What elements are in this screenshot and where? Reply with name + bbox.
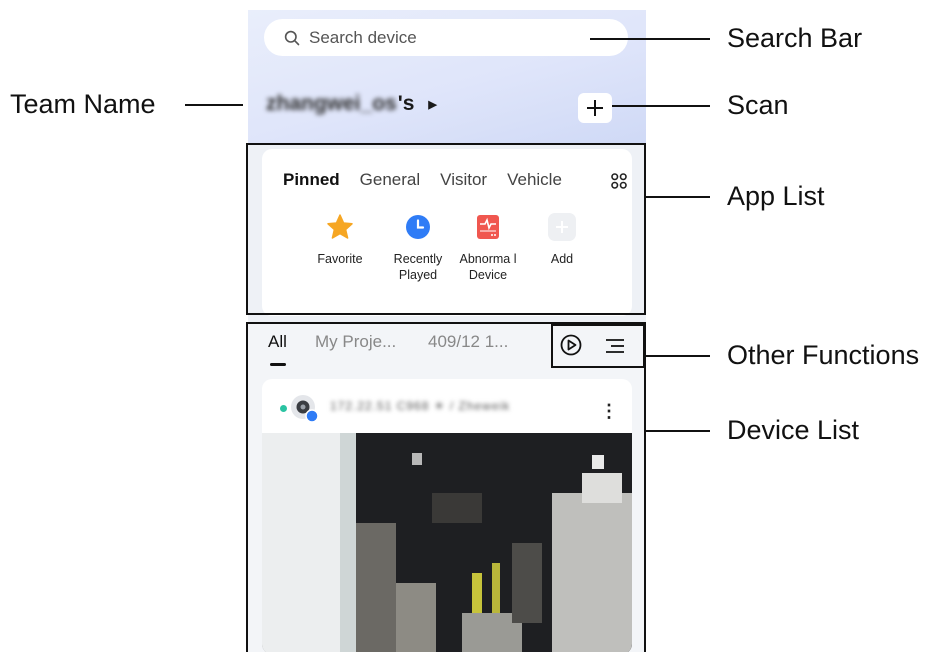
team-name-annotation: Team Name bbox=[10, 89, 156, 119]
other-functions-annotation: Other Functions bbox=[727, 340, 920, 370]
team-switch-arrow-icon: ▶ bbox=[428, 98, 437, 111]
search-bar-annotation: Search Bar bbox=[727, 23, 863, 53]
device-list-pointer bbox=[646, 430, 710, 432]
app-list-annotation: App List bbox=[727, 181, 825, 211]
team-name-suffix: 's bbox=[397, 92, 415, 115]
app-list-highlight bbox=[246, 143, 646, 315]
scan-button[interactable] bbox=[578, 93, 612, 123]
other-functions-pointer bbox=[645, 355, 710, 357]
search-bar[interactable]: Search device bbox=[264, 19, 628, 56]
scan-pointer bbox=[612, 105, 710, 107]
team-name-pointer bbox=[185, 104, 243, 106]
device-list-annotation: Device List bbox=[727, 415, 860, 445]
app-list-pointer bbox=[646, 196, 710, 198]
other-functions-highlight bbox=[551, 324, 645, 368]
scan-annotation: Scan bbox=[727, 90, 789, 120]
plus-icon bbox=[587, 100, 603, 116]
search-icon bbox=[284, 30, 300, 45]
team-name[interactable]: zhangwei_os 's ▶ bbox=[266, 92, 437, 116]
team-name-text: zhangwei_os bbox=[266, 92, 397, 115]
search-bar-pointer bbox=[590, 38, 710, 40]
device-list-highlight bbox=[246, 322, 646, 652]
search-placeholder: Search device bbox=[309, 27, 417, 47]
